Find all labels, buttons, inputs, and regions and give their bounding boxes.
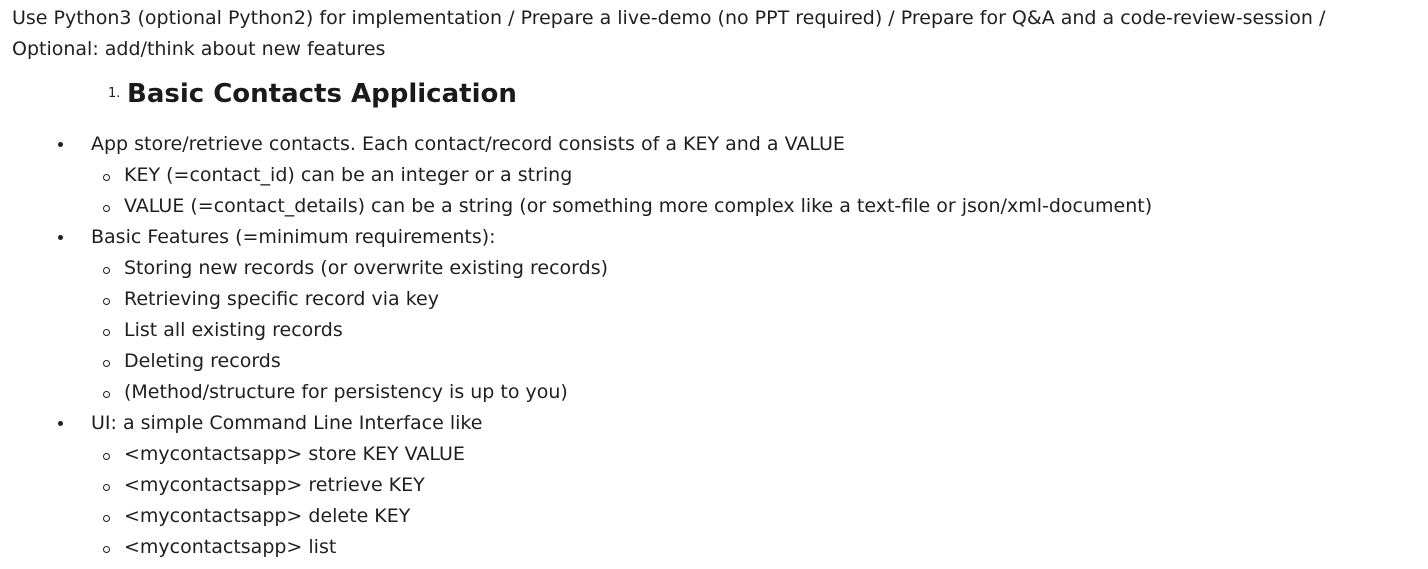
sublist-item: List all existing records	[91, 315, 1422, 346]
circle-bullet-icon	[103, 174, 110, 181]
sublist-item-text: (Method/structure for persistency is up …	[124, 381, 568, 403]
list-item-text: Basic Features (=minimum requirements):	[91, 226, 496, 248]
intro-paragraph: Use Python3 (optional Python2) for imple…	[12, 3, 1422, 65]
sublist-item: KEY (=contact_id) can be an integer or a…	[91, 160, 1422, 191]
circle-bullet-icon	[103, 546, 110, 553]
sublist-app-store: KEY (=contact_id) can be an integer or a…	[91, 160, 1422, 222]
intro-line-1: Use Python3 (optional Python2) for imple…	[12, 7, 1326, 29]
list-item-app-store: App store/retrieve contacts. Each contac…	[12, 129, 1422, 222]
sublist-item-text: Deleting records	[124, 350, 281, 372]
sublist-ui-commands: <mycontactsapp> store KEY VALUE <myconta…	[91, 439, 1422, 563]
circle-bullet-icon	[103, 329, 110, 336]
disc-bullet-icon	[58, 142, 63, 147]
sublist-item: (Method/structure for persistency is up …	[91, 377, 1422, 408]
circle-bullet-icon	[103, 515, 110, 522]
circle-bullet-icon	[103, 267, 110, 274]
circle-bullet-icon	[103, 360, 110, 367]
section-heading: 1. Basic Contacts Application	[12, 74, 1422, 118]
disc-bullet-icon	[58, 235, 63, 240]
sublist-item-text: Storing new records (or overwrite existi…	[124, 257, 609, 279]
intro-line-2: Optional: add/think about new features	[12, 38, 386, 60]
list-item-ui: UI: a simple Command Line Interface like…	[12, 408, 1422, 563]
sublist-item: VALUE (=contact_details) can be a string…	[91, 191, 1422, 222]
sublist-item-text: <mycontactsapp> list	[124, 536, 337, 558]
sublist-item: Storing new records (or overwrite existi…	[91, 253, 1422, 284]
heading-title: Basic Contacts Application	[127, 79, 517, 109]
list-item-text: UI: a simple Command Line Interface like	[91, 412, 483, 434]
heading-number: 1.	[108, 86, 121, 101]
sublist-item: Retrieving specific record via key	[91, 284, 1422, 315]
sublist-item: <mycontactsapp> list	[91, 532, 1422, 563]
sublist-item-text: KEY (=contact_id) can be an integer or a…	[124, 164, 573, 186]
document-page: Use Python3 (optional Python2) for imple…	[12, 3, 1422, 563]
circle-bullet-icon	[103, 453, 110, 460]
sublist-item: <mycontactsapp> retrieve KEY	[91, 470, 1422, 501]
sublist-item-text: List all existing records	[124, 319, 343, 341]
sublist-item-text: <mycontactsapp> retrieve KEY	[124, 474, 425, 496]
requirements-list: App store/retrieve contacts. Each contac…	[12, 129, 1422, 563]
sublist-item: <mycontactsapp> delete KEY	[91, 501, 1422, 532]
sublist-basic-features: Storing new records (or overwrite existi…	[91, 253, 1422, 408]
sublist-item: Deleting records	[91, 346, 1422, 377]
sublist-item: <mycontactsapp> store KEY VALUE	[91, 439, 1422, 470]
circle-bullet-icon	[103, 484, 110, 491]
disc-bullet-icon	[58, 421, 63, 426]
sublist-item-text: <mycontactsapp> delete KEY	[124, 505, 411, 527]
sublist-item-text: Retrieving specific record via key	[124, 288, 439, 310]
circle-bullet-icon	[103, 205, 110, 212]
circle-bullet-icon	[103, 298, 110, 305]
sublist-item-text: VALUE (=contact_details) can be a string…	[124, 195, 1153, 217]
circle-bullet-icon	[103, 391, 110, 398]
sublist-item-text: <mycontactsapp> store KEY VALUE	[124, 443, 465, 465]
list-item-basic-features: Basic Features (=minimum requirements): …	[12, 222, 1422, 408]
list-item-text: App store/retrieve contacts. Each contac…	[91, 133, 845, 155]
